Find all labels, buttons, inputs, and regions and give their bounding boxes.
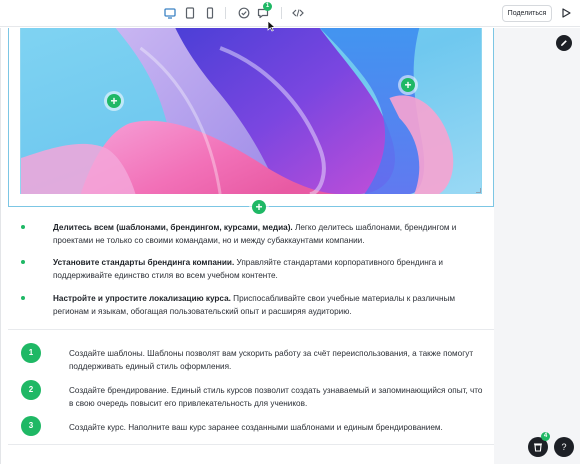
edit-button[interactable]: [556, 35, 572, 51]
right-panel: [494, 28, 580, 464]
top-toolbar: 1 Поделиться: [0, 0, 580, 27]
trash-count-badge: 4: [541, 432, 550, 441]
toolbar-divider: [225, 7, 226, 19]
section-divider: [8, 329, 494, 330]
add-block-button[interactable]: +: [107, 94, 121, 108]
code-icon[interactable]: [291, 6, 305, 20]
canvas-edge: [0, 28, 1, 464]
share-button[interactable]: Поделиться: [502, 5, 552, 22]
step-number: 2: [21, 380, 41, 400]
toolbar-divider: [281, 7, 282, 19]
step-text[interactable]: Создайте шаблоны. Шаблоны позволят вам у…: [69, 347, 489, 373]
step-text[interactable]: Создайте курс. Наполните ваш курс заране…: [69, 421, 489, 434]
mouse-cursor-icon: [267, 20, 276, 32]
list-item-text[interactable]: Установите стандарты брендинга компании.…: [53, 256, 478, 282]
list-item-text[interactable]: Настройте и упростите локализацию курса.…: [53, 292, 478, 318]
step-number: 1: [21, 343, 41, 363]
add-block-button[interactable]: +: [252, 200, 266, 214]
bullet-dot: [21, 296, 25, 300]
step-number: 3: [21, 416, 41, 436]
play-icon[interactable]: [560, 7, 572, 19]
comments-count-badge: 1: [263, 2, 272, 11]
list-item-text[interactable]: Делитесь всем (шаблонами, брендингом, ку…: [53, 221, 478, 247]
tablet-icon[interactable]: [183, 6, 197, 20]
list-item-bold: Установите стандарты брендинга компании.: [53, 258, 235, 267]
section-divider: [8, 444, 494, 445]
desktop-icon[interactable]: [163, 6, 177, 20]
pen-icon: [561, 40, 567, 46]
add-block-button[interactable]: +: [401, 78, 415, 92]
resize-handle[interactable]: [476, 188, 481, 193]
abstract-gradient-image: [21, 28, 481, 194]
check-circle-icon[interactable]: [237, 6, 251, 20]
help-button[interactable]: ?: [554, 437, 574, 457]
bullet-dot: [21, 225, 25, 229]
step-text[interactable]: Создайте брендирование. Единый стиль кур…: [69, 384, 489, 410]
list-item-bold: Настройте и упростите локализацию курса.: [53, 294, 231, 303]
mobile-icon[interactable]: [203, 6, 217, 20]
list-item-bold: Делитесь всем (шаблонами, брендингом, ку…: [53, 223, 293, 232]
bullet-dot: [21, 260, 25, 264]
hero-image[interactable]: [20, 28, 482, 194]
